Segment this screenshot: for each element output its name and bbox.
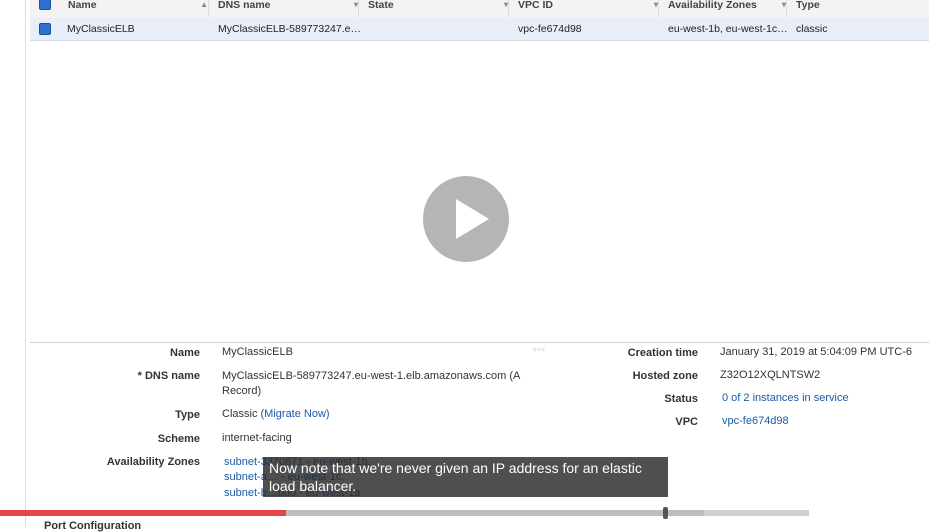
- column-label: Name: [68, 0, 97, 11]
- sort-asc-icon[interactable]: ▲: [200, 0, 208, 10]
- cell-dns: MyClassicELB-589773247.e…: [218, 23, 361, 35]
- column-header-zones[interactable]: Availability Zones ▾: [668, 0, 787, 17]
- table-header: Name ▲ DNS name ▾ State ▾ VPC ID ▾ Avail…: [30, 0, 929, 19]
- progress-played: [0, 510, 286, 516]
- name-value: MyClassicELB: [222, 346, 293, 358]
- load-balancer-table: Name ▲ DNS name ▾ State ▾ VPC ID ▾ Avail…: [30, 0, 929, 342]
- select-all-checkbox[interactable]: [39, 0, 51, 10]
- cell-name: MyClassicELB: [67, 23, 135, 35]
- video-caption: Now note that we're never given an IP ad…: [263, 457, 668, 497]
- sort-icon[interactable]: ▾: [354, 0, 358, 10]
- name-label: Name: [170, 347, 200, 359]
- column-header-type[interactable]: Type: [796, 0, 916, 17]
- vpc-link[interactable]: vpc-fe674d98: [722, 415, 789, 427]
- migrate-now-link[interactable]: (Migrate Now): [261, 408, 330, 420]
- availability-zones-label: Availability Zones: [106, 456, 200, 468]
- dns-name-label: * DNS name: [137, 370, 200, 382]
- type-label: Type: [175, 409, 200, 421]
- creation-time-value: January 31, 2019 at 5:04:09 PM UTC-6: [720, 346, 912, 358]
- column-label: VPC ID: [518, 0, 554, 11]
- column-header-name[interactable]: Name ▲: [68, 0, 209, 17]
- type-value: Classic (Migrate Now): [222, 408, 330, 420]
- instances-status-link[interactable]: 0 of 2 instances in service: [722, 392, 849, 404]
- scheme-label: Scheme: [157, 433, 200, 445]
- video-progress-bar[interactable]: [0, 507, 809, 519]
- port-configuration-heading: Port Configuration: [44, 520, 142, 532]
- scheme-value: internet-facing: [222, 432, 292, 444]
- sort-icon[interactable]: ▾: [654, 0, 658, 10]
- hosted-zone-label: Hosted zone: [632, 370, 698, 382]
- column-header-vpc[interactable]: VPC ID ▾: [518, 0, 659, 17]
- resize-handle-icon[interactable]: ▫▫▫: [533, 344, 546, 354]
- left-rail: [0, 0, 26, 527]
- sort-icon[interactable]: ▾: [504, 0, 508, 10]
- column-label: DNS name: [218, 0, 271, 11]
- column-header-dns[interactable]: DNS name ▾: [218, 0, 359, 17]
- play-icon: [456, 199, 489, 239]
- row-checkbox[interactable]: [39, 23, 51, 35]
- column-label: Type: [796, 0, 820, 11]
- column-label: State: [368, 0, 394, 11]
- progress-scrubber-handle[interactable]: [663, 507, 669, 519]
- status-label: Status: [664, 393, 698, 405]
- cell-zones: eu-west-1b, eu-west-1c…: [668, 23, 788, 35]
- cell-vpc: vpc-fe674d98: [518, 23, 582, 35]
- column-header-state[interactable]: State ▾: [368, 0, 509, 17]
- vpc-label: VPC: [675, 416, 698, 428]
- dns-name-value: MyClassicELB-589773247.eu-west-1.elb.ama…: [222, 370, 521, 382]
- type-text: Classic: [222, 408, 258, 420]
- play-button[interactable]: [423, 176, 509, 262]
- creation-time-label: Creation time: [627, 347, 698, 359]
- panel-divider: [30, 342, 929, 343]
- dns-name-value-cont: Record): [222, 385, 262, 397]
- hosted-zone-value: Z32O12XQLNTSW2: [720, 369, 821, 381]
- table-row[interactable]: MyClassicELB MyClassicELB-589773247.e… v…: [30, 18, 929, 41]
- sort-icon[interactable]: ▾: [782, 0, 786, 10]
- cell-type: classic: [796, 23, 828, 35]
- column-label: Availability Zones: [668, 0, 757, 11]
